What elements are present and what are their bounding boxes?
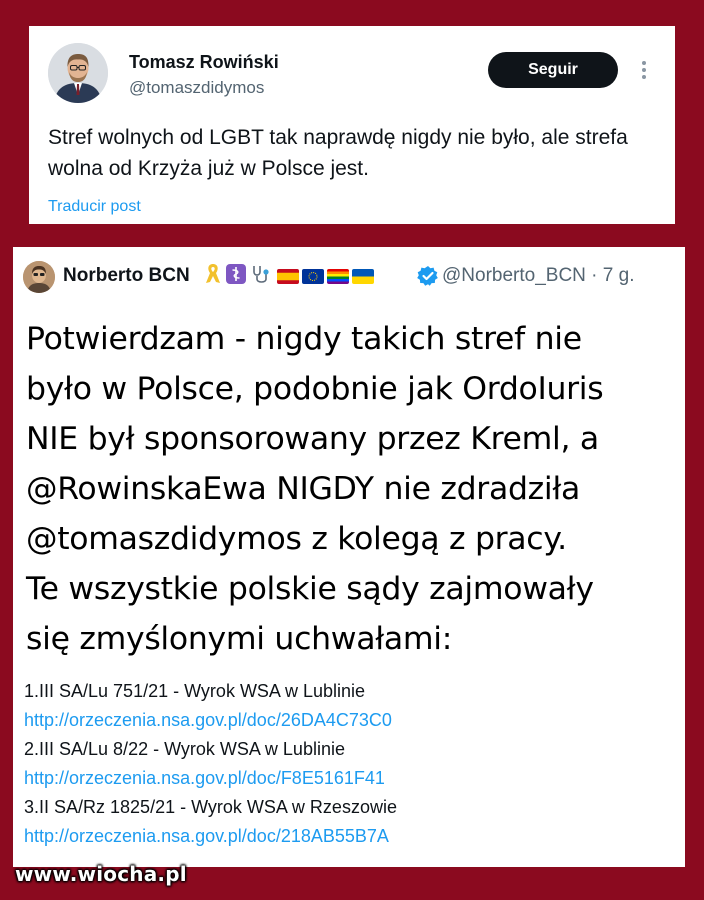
person-portrait-icon (23, 261, 55, 293)
ruling-case: 2.III SA/Lu 8/22 - Wyrok WSA w Lublinie (24, 739, 345, 759)
author-handle-timestamp[interactable]: @Norberto_BCN · 7 g. (442, 265, 634, 287)
author-handle[interactable]: @tomaszdidymos (129, 78, 264, 98)
rulings-list: 1.III SA/Lu 751/21 - Wyrok WSA w Lublini… (24, 677, 674, 851)
verified-badge-icon (417, 266, 438, 286)
tweet-card-norberto: Norberto BCN @Norberto_BCN · 7 g. Potwie… (13, 247, 685, 867)
tweet-text-line: NIE był sponsorowany przez Kreml, a (26, 421, 599, 457)
ukraine-flag-icon (352, 268, 374, 284)
eu-flag-icon (302, 268, 324, 284)
ribbon-icon (204, 262, 222, 291)
translate-post-link[interactable]: Traducir post (48, 198, 141, 216)
tweet-card-rowinski: Tomasz Rowiński @tomaszdidymos Seguir St… (29, 26, 675, 224)
tweet-text: Stref wolnych od LGBT tak naprawdę nigdy… (48, 126, 628, 180)
person-portrait-icon (48, 43, 108, 103)
tweet-text-line: Te wszystkie polskie sądy zajmowały (26, 571, 594, 607)
tweet-text-line: @RowinskaEwa NIGDY nie zdradziła (26, 471, 580, 507)
tweet-text: Potwierdzam - nigdy takich stref nie był… (26, 314, 676, 664)
tweet-text-line: @tomaszdidymos z kolegą z pracy. (26, 521, 567, 557)
stethoscope-icon (250, 262, 274, 291)
site-watermark: www.wiocha.pl (15, 862, 187, 886)
tweet-text-line: było w Polsce, podobnie jak OrdoIuris (26, 371, 604, 407)
author-name[interactable]: Norberto BCN (63, 265, 190, 287)
avatar[interactable] (48, 43, 108, 103)
more-options-icon[interactable] (635, 58, 653, 82)
avatar[interactable] (23, 261, 55, 293)
spain-flag-icon (277, 268, 299, 284)
author-name[interactable]: Tomasz Rowiński (129, 52, 279, 73)
tweet-text-line: się zmyślonymi uchwałami: (26, 621, 453, 657)
ruling-link[interactable]: http://orzeczenia.nsa.gov.pl/doc/26DA4C7… (24, 706, 674, 735)
follow-button[interactable]: Seguir (488, 52, 618, 88)
ruling-link[interactable]: http://orzeczenia.nsa.gov.pl/doc/218AB55… (24, 822, 674, 851)
profile-emoji-row (204, 263, 374, 289)
tweet-text-line: Potwierdzam - nigdy takich stref nie (26, 321, 582, 357)
ruling-link[interactable]: http://orzeczenia.nsa.gov.pl/doc/F8E5161… (24, 764, 674, 793)
rainbow-flag-icon (327, 268, 349, 284)
ruling-case: 3.II SA/Rz 1825/21 - Wyrok WSA w Rzeszow… (24, 797, 397, 817)
ruling-case: 1.III SA/Lu 751/21 - Wyrok WSA w Lublini… (24, 681, 365, 701)
medical-symbol-icon (225, 263, 247, 290)
